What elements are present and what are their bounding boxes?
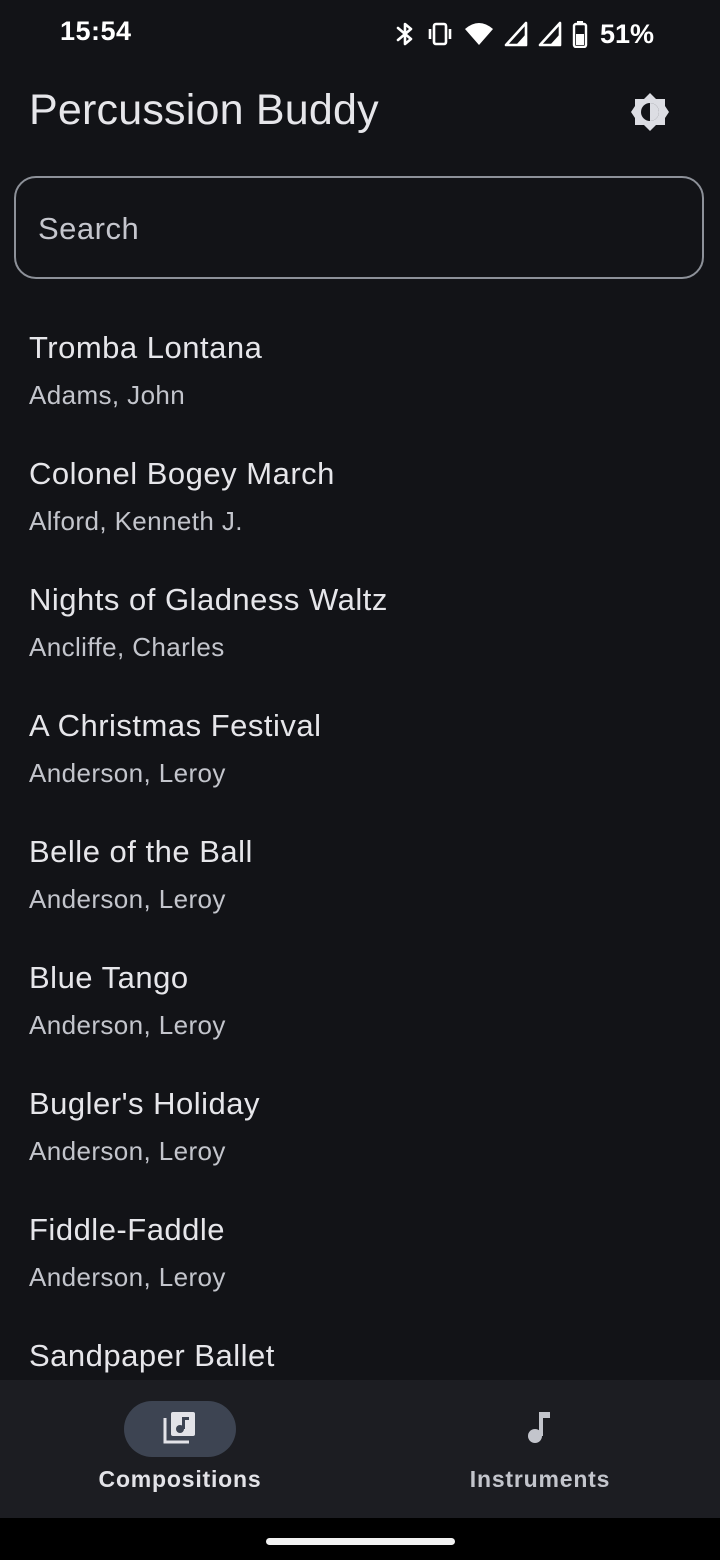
composer-name: Adams, John bbox=[29, 380, 186, 410]
composition-title: Belle of the Ball bbox=[29, 834, 253, 869]
list-item[interactable]: Belle of the Ball Anderson, Leroy bbox=[0, 804, 720, 930]
bottom-navigation: Compositions Instruments bbox=[0, 1380, 720, 1518]
status-bar: 15:54 51% bbox=[0, 0, 720, 68]
status-icons: 51% bbox=[394, 18, 654, 50]
composition-title: Nights of Gladness Waltz bbox=[29, 582, 388, 617]
composition-title: Fiddle-Faddle bbox=[29, 1212, 226, 1247]
theme-toggle-button[interactable] bbox=[622, 86, 678, 142]
library-music-icon bbox=[162, 1409, 198, 1450]
active-indicator bbox=[124, 1401, 236, 1457]
list-item[interactable]: Fiddle-Faddle Anderson, Leroy bbox=[0, 1182, 720, 1308]
battery-percent: 51% bbox=[599, 18, 654, 49]
list-item[interactable]: Sandpaper Ballet bbox=[0, 1308, 720, 1380]
search-field[interactable] bbox=[14, 176, 704, 280]
wifi-icon bbox=[464, 21, 494, 47]
brightness-icon bbox=[629, 91, 671, 138]
nav-compositions[interactable]: Compositions bbox=[0, 1380, 360, 1518]
list-item[interactable]: Colonel Bogey March Alford, Kenneth J. bbox=[0, 426, 720, 552]
list-item[interactable]: Blue Tango Anderson, Leroy bbox=[0, 930, 720, 1056]
status-time: 15:54 bbox=[60, 16, 132, 46]
composer-name: Anderson, Leroy bbox=[29, 1010, 226, 1040]
list-item[interactable]: Nights of Gladness Waltz Ancliffe, Charl… bbox=[0, 552, 720, 678]
composition-title: Tromba Lontana bbox=[29, 330, 263, 365]
gesture-handle[interactable] bbox=[266, 1538, 455, 1545]
nav-icon-container bbox=[484, 1401, 596, 1457]
composer-name: Anderson, Leroy bbox=[29, 1262, 226, 1292]
bluetooth-icon bbox=[394, 20, 416, 48]
composition-title: Blue Tango bbox=[29, 960, 189, 995]
page-title: Percussion Buddy bbox=[29, 86, 379, 134]
composer-name: Ancliffe, Charles bbox=[29, 632, 225, 662]
battery-icon bbox=[572, 20, 588, 48]
system-gesture-area bbox=[0, 1518, 720, 1560]
nav-instruments[interactable]: Instruments bbox=[360, 1380, 720, 1518]
nav-label-instruments: Instruments bbox=[469, 1466, 611, 1492]
composition-title: Sandpaper Ballet bbox=[29, 1338, 275, 1373]
composition-list: Tromba Lontana Adams, John Colonel Bogey… bbox=[0, 300, 720, 1380]
list-item[interactable]: Bugler's Holiday Anderson, Leroy bbox=[0, 1056, 720, 1182]
composer-name: Anderson, Leroy bbox=[29, 1136, 226, 1166]
music-note-icon bbox=[524, 1409, 556, 1450]
signal-icon bbox=[504, 21, 528, 47]
signal-icon bbox=[538, 21, 562, 47]
composition-title: A Christmas Festival bbox=[29, 708, 322, 743]
search-input[interactable] bbox=[36, 178, 680, 280]
composer-name: Alford, Kenneth J. bbox=[29, 506, 243, 536]
composition-title: Colonel Bogey March bbox=[29, 456, 335, 491]
composer-name: Anderson, Leroy bbox=[29, 758, 226, 788]
vibrate-icon bbox=[426, 20, 454, 48]
nav-label-compositions: Compositions bbox=[98, 1466, 262, 1492]
app-screen: 15:54 51% Percussion Buddy Search Tromba… bbox=[0, 0, 720, 1560]
composer-name: Anderson, Leroy bbox=[29, 884, 226, 914]
list-item[interactable]: Tromba Lontana Adams, John bbox=[0, 300, 720, 426]
list-item[interactable]: A Christmas Festival Anderson, Leroy bbox=[0, 678, 720, 804]
composition-title: Bugler's Holiday bbox=[29, 1086, 261, 1121]
